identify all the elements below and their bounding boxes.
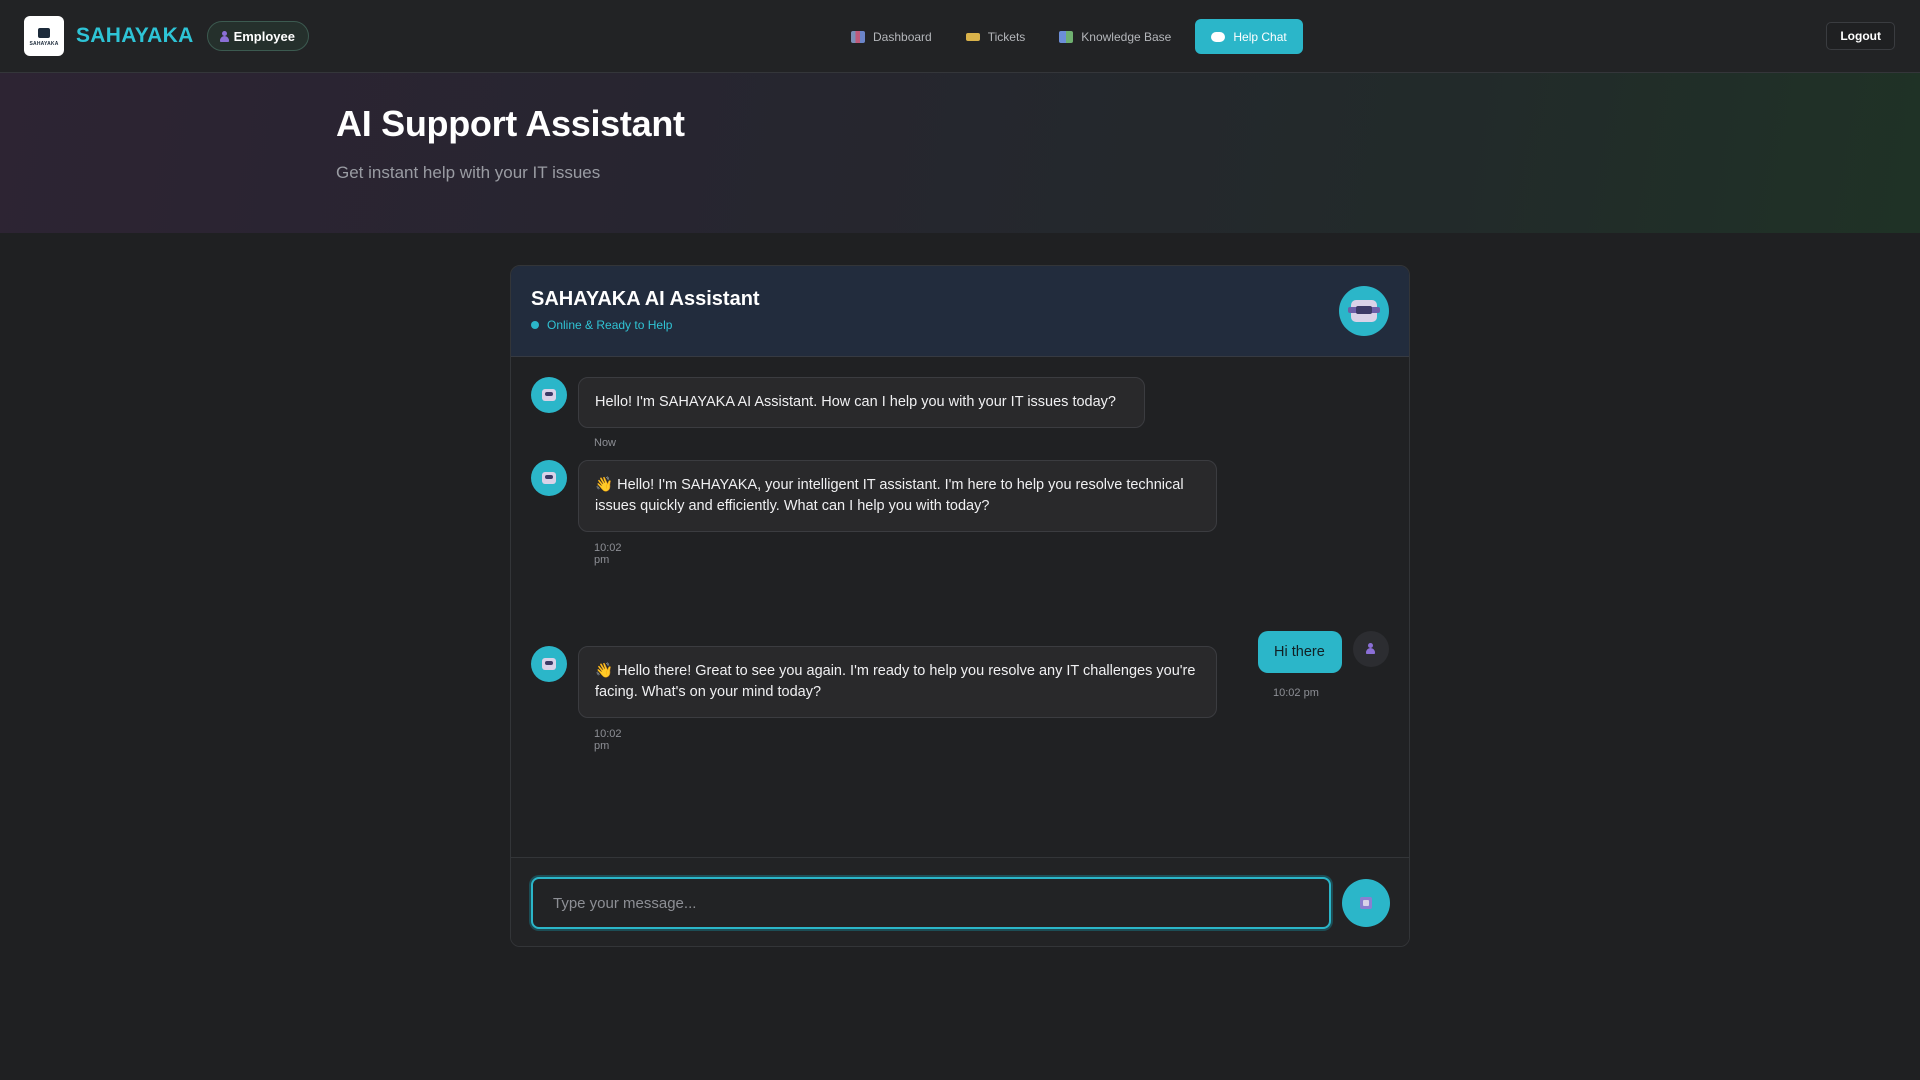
message-list[interactable]: Hello! I'm SAHAYAKA AI Assistant. How ca…: [511, 357, 1409, 857]
assistant-avatar: [1339, 286, 1389, 336]
message-timestamp: 10:02 pm: [594, 728, 622, 752]
nav-help-chat[interactable]: Help Chat: [1195, 19, 1303, 54]
bot-avatar: [531, 460, 567, 496]
nav-help-chat-label: Help Chat: [1233, 29, 1287, 44]
message-timestamp: 10:02 pm: [1273, 687, 1319, 699]
nav-tickets-label: Tickets: [987, 29, 1026, 44]
nav-tickets[interactable]: Tickets: [950, 19, 1042, 54]
logout-button[interactable]: Logout: [1826, 22, 1895, 50]
message-bubble: Hello! I'm SAHAYAKA AI Assistant. How ca…: [578, 377, 1145, 428]
message-input[interactable]: [531, 877, 1331, 929]
chat-panel: SAHAYAKA AI Assistant Online & Ready to …: [510, 265, 1410, 947]
robot-icon: [542, 472, 556, 484]
message-text: Hello! I'm SAHAYAKA, your intelligent IT…: [595, 477, 1184, 514]
message-timestamp: Now: [594, 437, 617, 449]
user-message-bubble: Hi there: [1258, 631, 1342, 673]
chat-logo-icon: [38, 27, 50, 38]
send-button[interactable]: [1342, 879, 1390, 927]
assistant-status-label: Online & Ready to Help: [547, 318, 673, 332]
message-bubble: 👋 Hello! I'm SAHAYAKA, your intelligent …: [578, 460, 1217, 532]
brand-name[interactable]: SAHAYAKA: [76, 24, 194, 48]
nav-knowledge-base[interactable]: Knowledge Base: [1043, 19, 1187, 54]
message-text: Hello! I'm SAHAYAKA AI Assistant. How ca…: [595, 394, 1116, 410]
message-bubble: 👋 Hello there! Great to see you again. I…: [578, 646, 1217, 718]
brand[interactable]: SAHAYAKA SAHAYAKA Employee: [24, 16, 309, 56]
books-icon: [1059, 30, 1074, 43]
robot-icon: [542, 658, 556, 670]
message-composer: [511, 857, 1409, 946]
robot-icon: [542, 389, 556, 401]
dashboard-icon: [851, 30, 865, 43]
app-logo[interactable]: SAHAYAKA: [24, 16, 64, 56]
page-title: AI Support Assistant: [336, 103, 685, 144]
role-badge-label: Employee: [233, 28, 295, 44]
main-nav: Dashboard Tickets Knowledge Base Help Ch…: [835, 19, 1305, 54]
user-avatar: [1353, 631, 1389, 667]
page-subtitle: Get instant help with your IT issues: [336, 163, 601, 182]
logo-text: SAHAYAKA: [29, 40, 59, 47]
message-text: Hi there: [1274, 644, 1325, 660]
message-timestamp: 10:02 pm: [594, 542, 622, 566]
hero-banner: AI Support Assistant Get instant help wi…: [0, 73, 1920, 233]
nav-knowledge-base-label: Knowledge Base: [1081, 29, 1172, 44]
waving-hand-icon: 👋: [595, 663, 614, 679]
assistant-status: Online & Ready to Help: [531, 318, 672, 332]
chat-bubble-icon: [1211, 31, 1226, 42]
bot-avatar: [531, 646, 567, 682]
waving-hand-icon: 👋: [595, 477, 614, 493]
chat-title: SAHAYAKA AI Assistant: [531, 288, 760, 310]
message-text: Hello there! Great to see you again. I'm…: [595, 663, 1196, 700]
person-icon: [219, 30, 229, 42]
chat-header: SAHAYAKA AI Assistant Online & Ready to …: [511, 266, 1409, 357]
top-navbar: SAHAYAKA SAHAYAKA Employee Dashboard Tic…: [0, 0, 1920, 73]
role-badge: Employee: [206, 21, 309, 51]
nav-dashboard-label: Dashboard: [873, 29, 932, 44]
nav-dashboard[interactable]: Dashboard: [835, 19, 948, 54]
robot-icon: [1348, 300, 1380, 322]
online-dot-icon: [531, 321, 539, 329]
bot-avatar: [531, 377, 567, 413]
send-icon: [1360, 897, 1372, 909]
person-icon: [1366, 643, 1376, 655]
ticket-icon: [965, 32, 980, 41]
